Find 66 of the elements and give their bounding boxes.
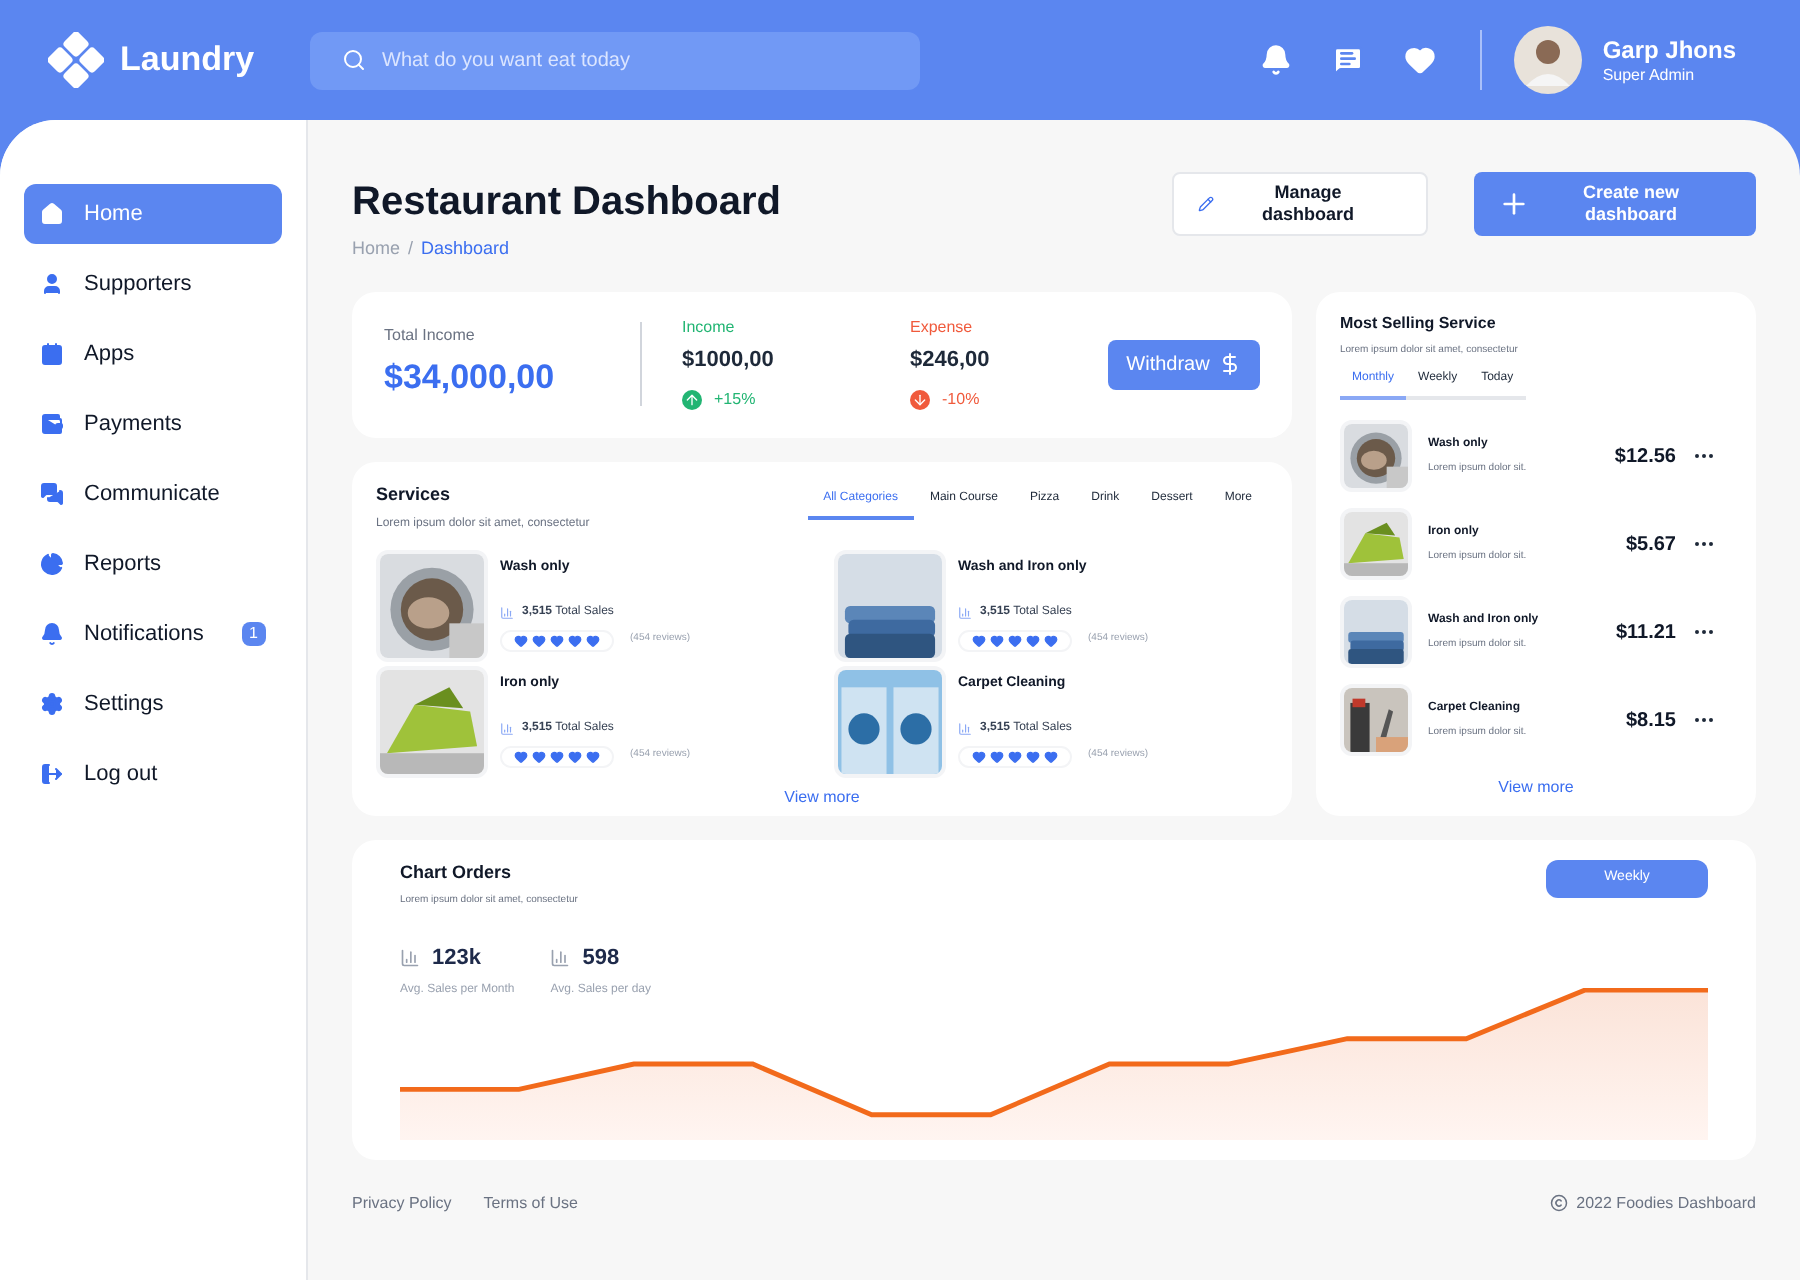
total-income-value: $34,000,00 <box>384 356 557 401</box>
sidebar-item[interactable]: Payments <box>24 394 282 454</box>
stat-value: 123k <box>432 943 481 973</box>
logo-icon <box>48 32 104 88</box>
bar-chart-icon <box>400 947 420 968</box>
bar-chart-icon <box>500 721 514 735</box>
terms-link[interactable]: Terms of Use <box>483 1191 578 1215</box>
chat-icon <box>40 482 64 506</box>
service-price: $5.67 <box>1625 531 1676 559</box>
sidebar-item[interactable]: Apps <box>24 324 282 384</box>
service-price: $11.21 <box>1615 619 1676 647</box>
search-field[interactable]: What do you want eat today <box>310 31 920 89</box>
expense-label: Expense <box>910 315 975 340</box>
user-name: Garp Jhons <box>1602 35 1736 65</box>
heart-icon[interactable] <box>1404 44 1437 76</box>
copyright-icon <box>1550 1194 1569 1212</box>
plus-icon <box>1498 188 1530 220</box>
sidebar-item[interactable]: Supporters <box>24 254 282 314</box>
search-icon <box>342 48 366 72</box>
manage-dashboard-button[interactable]: Manage dashboard <box>1172 172 1428 236</box>
notification-icon[interactable] <box>1260 44 1293 76</box>
user-role: Super Admin <box>1602 65 1697 85</box>
expense-change: -10% <box>942 388 980 413</box>
arrow-up-icon <box>682 390 702 411</box>
sidebar-item[interactable]: Log out <box>24 744 282 804</box>
home-icon <box>40 202 64 226</box>
bar-chart-icon <box>550 947 571 968</box>
dollar-icon <box>1217 352 1242 376</box>
message-icon[interactable] <box>1332 44 1365 76</box>
arrow-down-icon <box>910 390 930 411</box>
section-title: Chart Orders <box>400 859 514 885</box>
sidebar-item[interactable]: Settings <box>24 674 282 734</box>
expense-value: $246,00 <box>910 345 992 376</box>
view-more-link[interactable]: View more <box>784 786 860 810</box>
section-title: Services <box>376 481 453 507</box>
service-price: $12.56 <box>1614 443 1676 471</box>
breadcrumb-current[interactable]: Dashboard <box>421 236 510 263</box>
view-more-link[interactable]: View more <box>1498 775 1574 799</box>
settings-icon <box>40 692 64 716</box>
pie-chart-icon <box>40 552 64 576</box>
copyright-text: 2022 Foodies Dashboard <box>1576 1191 1756 1215</box>
page-title: Restaurant Dashboard <box>352 178 781 228</box>
bar-chart-icon <box>958 605 972 619</box>
income-value: $1000,00 <box>682 345 776 376</box>
wallet-icon <box>40 412 64 436</box>
income-change: +15% <box>714 388 756 413</box>
stat-value: 598 <box>582 943 620 973</box>
logout-icon <box>40 762 64 786</box>
avatar[interactable] <box>1514 26 1583 94</box>
app-title: Laundry <box>120 38 255 83</box>
bell-icon <box>40 622 64 646</box>
bar-chart-icon <box>500 605 514 619</box>
count-badge: 1 <box>241 622 266 646</box>
breadcrumb-separator: / <box>408 236 414 262</box>
section-title: Most Selling Service <box>1340 311 1498 335</box>
sidebar-item[interactable]: Notifications 1 <box>24 604 282 664</box>
service-price: $8.15 <box>1625 707 1676 735</box>
person-icon <box>40 272 64 296</box>
sidebar-item[interactable]: Reports <box>24 534 282 594</box>
total-income-label: Total Income <box>384 324 477 349</box>
income-label: Income <box>682 315 737 340</box>
sidebar-item[interactable]: Communicate <box>24 464 282 524</box>
pencil-icon <box>1198 192 1214 216</box>
calendar-icon <box>40 342 64 366</box>
privacy-policy-link[interactable]: Privacy Policy <box>352 1191 452 1215</box>
bar-chart-icon <box>958 721 972 735</box>
